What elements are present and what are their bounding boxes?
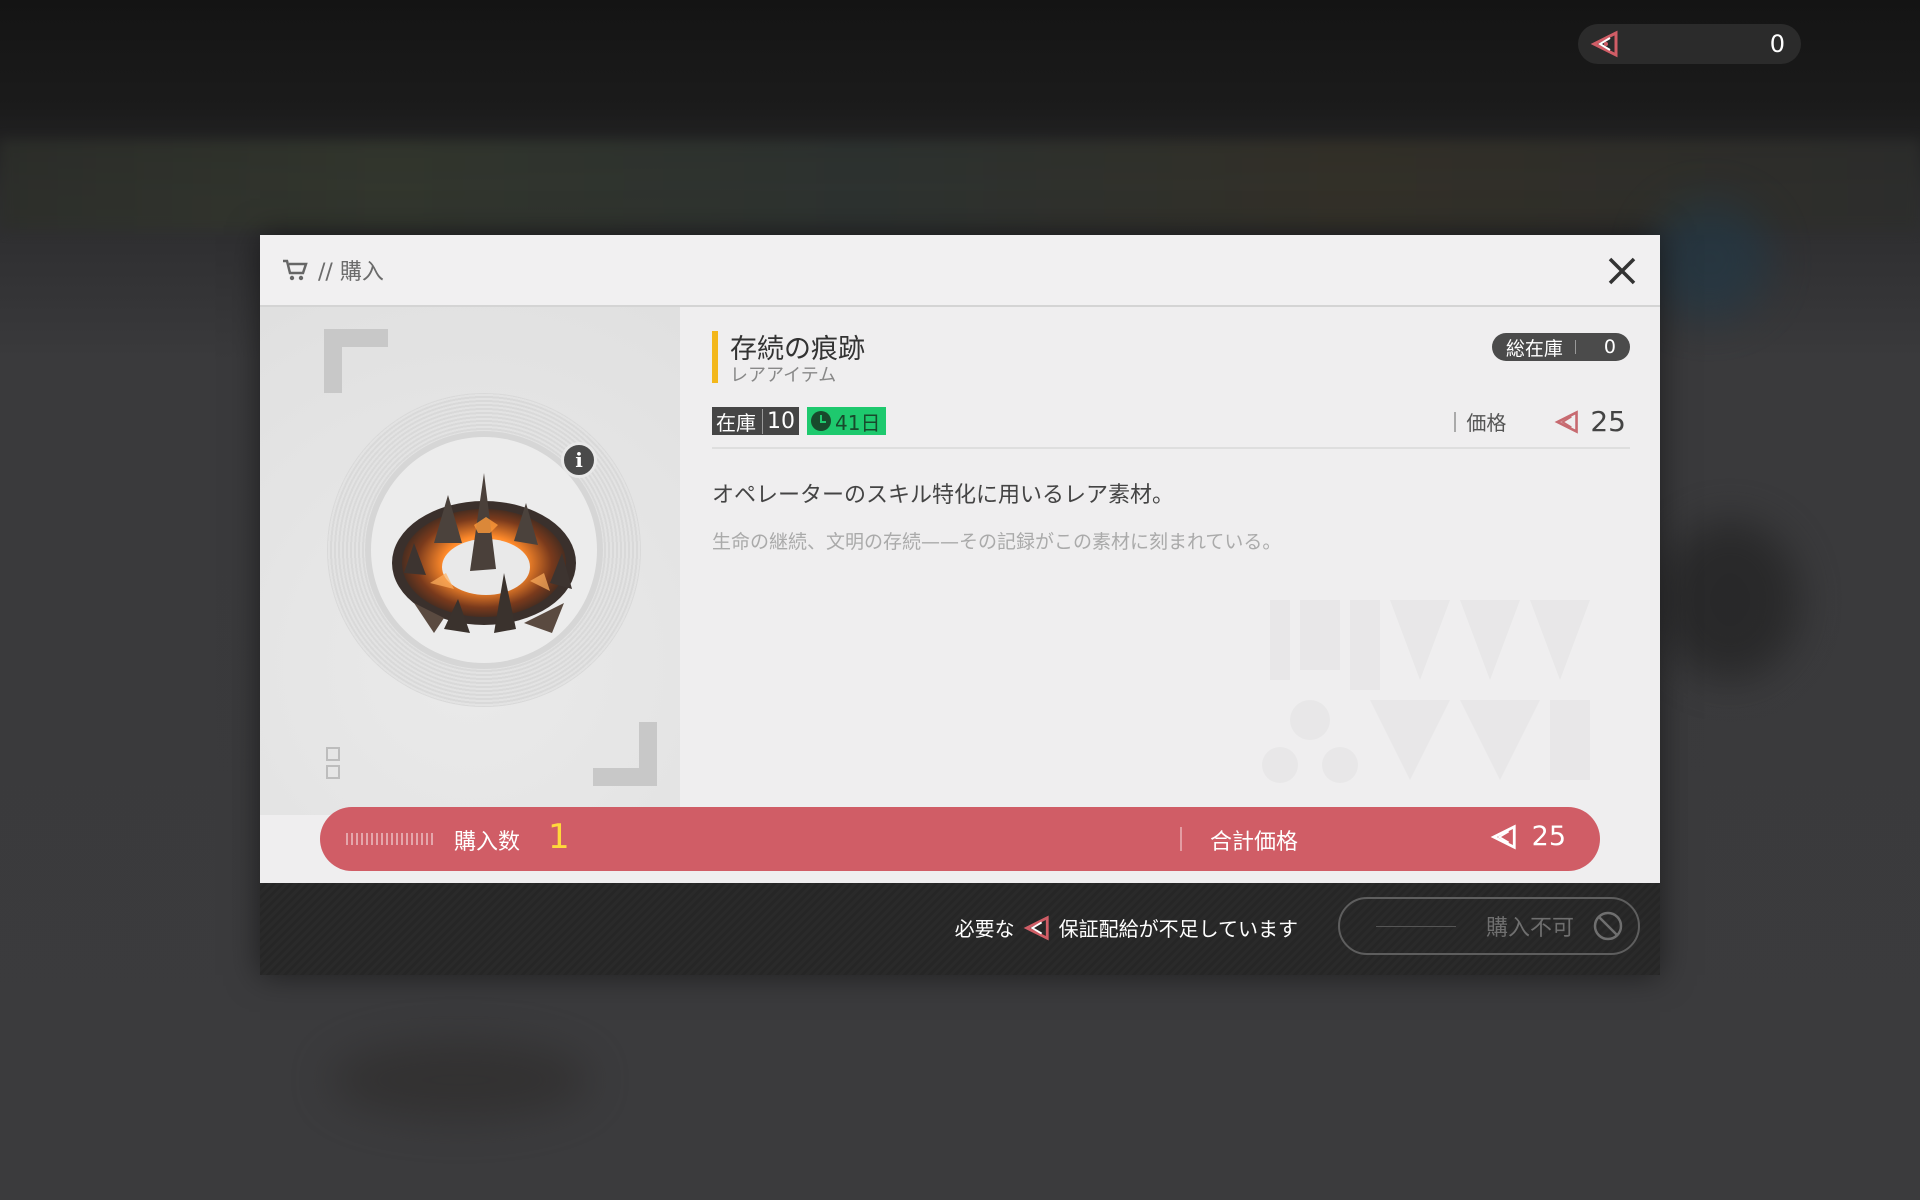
quantity-label: 購入数 [454,830,521,855]
stock-tag: 在庫 10 [712,407,799,435]
stock-value: 10 [762,408,795,434]
dialog-header: // 購入 [260,235,1660,307]
total-price-label: 合計価格 [1210,830,1299,855]
rarity-indicator [712,331,718,383]
background-strip [0,140,1920,230]
background-blob [330,1040,590,1120]
price-value: 25 [1590,405,1626,438]
separator [1574,340,1576,354]
purchase-button-label: 購入不可 [1486,916,1575,941]
stock-label: 在庫 [716,410,756,435]
time-remaining: 41日 [835,410,881,435]
close-icon[interactable] [1602,251,1642,291]
purchase-summary-bar: 購入数 1 合計価格 25 [320,807,1600,871]
warranty-token-icon [1490,823,1516,850]
warranty-token-icon [1554,409,1579,434]
price-label: 価格 [1466,411,1507,435]
corner-decoration [324,329,388,393]
item-rarity: レアアイテム [730,365,837,386]
decoration-square [326,765,340,779]
currency-amount: 0 [1769,30,1785,58]
item-flavor-text: 生命の継続、文明の存続——その記録がこの素材に刻まれている。 [712,531,1282,553]
total-stock-value: 0 [1603,336,1616,358]
insufficient-currency-warning: 必要な 保証配給が不足しています [955,913,1298,942]
item-icon-frame [327,393,641,707]
info-button[interactable]: i [561,442,597,478]
quantity-value[interactable]: 1 [548,817,570,857]
warning-text: 保証配給が不足しています [1058,917,1298,941]
total-price-value: 25 [1531,821,1566,852]
unit-price: 価格 25 [1454,405,1626,438]
decoration-square [326,747,340,761]
separator [1454,411,1457,432]
separator [1180,827,1182,851]
dialog-title: // 購入 [318,260,384,285]
background-blob [1660,520,1800,680]
total-stock-label: 総在庫 [1505,337,1563,360]
item-tags: 在庫 10 41日 [712,407,887,435]
watermark-decoration [1262,600,1590,783]
warranty-token-icon [1023,914,1049,941]
decoration-line [1376,925,1456,927]
total-price: 25 [1490,821,1566,852]
item-description: オペレーターのスキル特化に用いるレア素材。 [712,483,1175,508]
total-stock-badge: 総在庫 0 [1491,333,1630,361]
time-remaining-tag: 41日 [807,407,887,435]
dialog-footer: 必要な 保証配給が不足しています 購入不可 [260,883,1660,975]
prohibited-icon [1593,911,1623,941]
item-image [392,473,576,633]
currency-counter: 0 [1578,24,1801,64]
divider [712,447,1630,449]
corner-decoration [593,722,657,786]
background-blob [1650,200,1770,320]
clock-icon [811,411,831,431]
warranty-token-icon [1590,30,1618,58]
item-preview-panel: i [260,307,680,815]
decoration-dots [346,833,436,845]
purchase-button[interactable]: 購入不可 [1338,897,1640,955]
purchase-dialog: // 購入 i 存続の痕跡 レアアイテム 総在庫 0 在庫 10 41日 価格 … [260,235,1660,975]
cart-icon [283,259,308,281]
warning-prefix: 必要な [954,917,1015,941]
